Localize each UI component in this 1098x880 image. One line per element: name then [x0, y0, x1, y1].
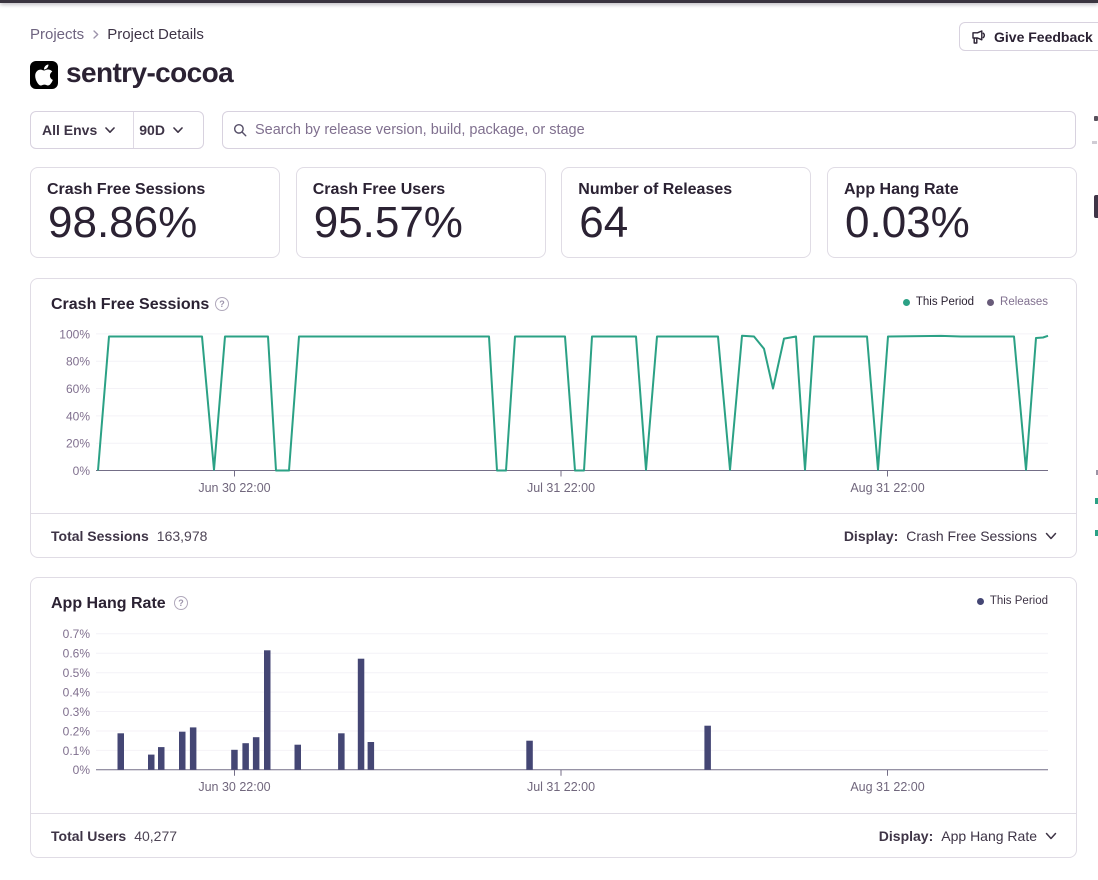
svg-text:0.1%: 0.1%: [63, 744, 91, 758]
svg-text:100%: 100%: [59, 327, 90, 341]
svg-text:0.2%: 0.2%: [63, 724, 91, 738]
svg-text:0.6%: 0.6%: [63, 647, 91, 661]
svg-text:Aug 31 22:00: Aug 31 22:00: [850, 481, 924, 495]
svg-text:40%: 40%: [66, 409, 90, 423]
svg-text:Jun 30 22:00: Jun 30 22:00: [198, 780, 270, 794]
svg-text:0%: 0%: [73, 763, 91, 777]
svg-text:0.3%: 0.3%: [63, 705, 91, 719]
svg-text:0.4%: 0.4%: [63, 686, 91, 700]
svg-text:0.5%: 0.5%: [63, 666, 91, 680]
svg-text:20%: 20%: [66, 437, 90, 451]
svg-text:Jun 30 22:00: Jun 30 22:00: [198, 481, 270, 495]
svg-text:0%: 0%: [73, 464, 91, 478]
svg-text:60%: 60%: [66, 382, 90, 396]
svg-text:Aug 31 22:00: Aug 31 22:00: [850, 780, 924, 794]
svg-text:Jul 31 22:00: Jul 31 22:00: [527, 780, 595, 794]
svg-text:0.7%: 0.7%: [63, 627, 91, 641]
svg-text:Jul 31 22:00: Jul 31 22:00: [527, 481, 595, 495]
svg-text:80%: 80%: [66, 355, 90, 369]
